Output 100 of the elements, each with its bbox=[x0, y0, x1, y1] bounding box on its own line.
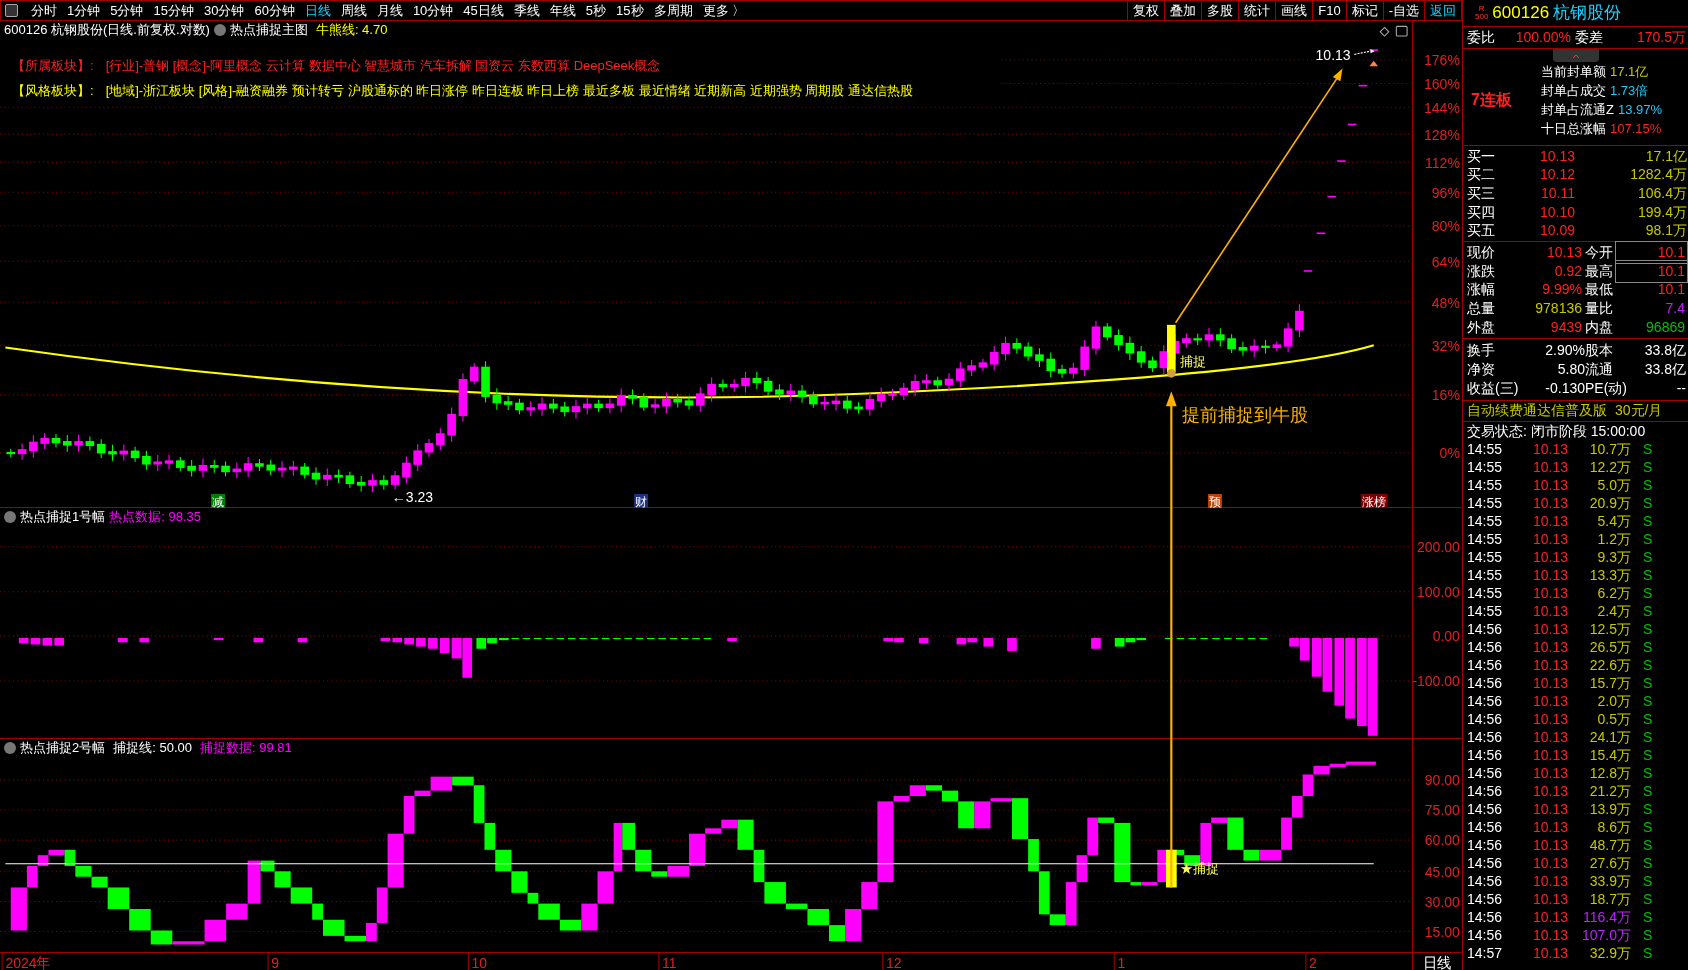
tick-price: 10.13 bbox=[1533, 818, 1570, 838]
field-value: 9439 bbox=[1549, 318, 1583, 338]
axis-label: 10 bbox=[471, 954, 488, 970]
back-link[interactable]: 返回 bbox=[1424, 1, 1461, 20]
bid-label: 买四 bbox=[1467, 202, 1496, 222]
tick-volume: 48.7万 bbox=[1588, 836, 1631, 856]
tick-price: 10.13 bbox=[1533, 926, 1570, 946]
tick-volume: 6.2万 bbox=[1596, 584, 1631, 604]
period-tab[interactable]: 分时 bbox=[26, 0, 62, 21]
bid-volume: 1282.4万 bbox=[1629, 165, 1687, 185]
period-tab[interactable]: 60分钟 bbox=[249, 0, 300, 21]
tick-side: S bbox=[1643, 872, 1653, 892]
axis-label: 9 bbox=[271, 954, 280, 970]
period-tab[interactable]: 周线 bbox=[335, 0, 372, 21]
tick-volume: 15.7万 bbox=[1588, 674, 1631, 694]
tick-side: S bbox=[1643, 530, 1653, 550]
tick-volume: 116.4万 bbox=[1582, 908, 1631, 928]
tool-button[interactable]: F10 bbox=[1312, 1, 1346, 20]
tick-side: S bbox=[1643, 602, 1653, 622]
ad-price[interactable]: 30元/月 bbox=[1615, 400, 1663, 422]
field-label: 现价 bbox=[1467, 242, 1496, 262]
axis-label: 176% bbox=[1424, 52, 1460, 69]
tool-button[interactable]: -自选 bbox=[1382, 1, 1424, 20]
tick-price: 10.13 bbox=[1533, 944, 1570, 964]
sector-label: 【所属板块】: bbox=[12, 57, 94, 75]
period-tab[interactable]: 15秒 bbox=[611, 0, 649, 21]
axis-label: 11 bbox=[662, 954, 677, 970]
tool-button[interactable]: 复权 bbox=[1127, 1, 1165, 20]
tool-button[interactable]: 统计 bbox=[1238, 1, 1276, 20]
seal-value: 107.15% bbox=[1610, 120, 1662, 138]
tool-button[interactable]: 画线 bbox=[1275, 1, 1313, 20]
indicator-value: 牛熊线: 4.70 bbox=[315, 21, 388, 40]
tick-time: 14:56 bbox=[1467, 818, 1504, 838]
bid-label: 买二 bbox=[1467, 165, 1496, 185]
tick-price: 10.13 bbox=[1533, 782, 1570, 802]
field-label: 最低 bbox=[1585, 280, 1614, 300]
ad-text[interactable]: 自动续费通达信普及版 bbox=[1467, 400, 1607, 422]
period-tab[interactable]: 15分钟 bbox=[148, 0, 199, 21]
tick-volume: 8.6万 bbox=[1596, 818, 1631, 838]
field-label: 净资 bbox=[1467, 359, 1496, 379]
field-value: 9.99% bbox=[1541, 280, 1583, 300]
tick-volume: 12.2万 bbox=[1588, 458, 1631, 478]
axis-label: 144% bbox=[1424, 99, 1460, 116]
period-tab[interactable]: 季线 bbox=[508, 0, 545, 21]
period-tab[interactable]: 多周期 bbox=[648, 0, 698, 21]
tick-price: 10.13 bbox=[1533, 620, 1570, 640]
tick-price: 10.13 bbox=[1533, 656, 1570, 676]
tool-button[interactable]: 叠加 bbox=[1164, 1, 1202, 20]
tick-time: 14:55 bbox=[1467, 440, 1504, 460]
tick-volume: 5.0万 bbox=[1596, 476, 1631, 496]
field-value: -- bbox=[1675, 378, 1687, 398]
period-tab[interactable]: 更多 〉 bbox=[697, 0, 751, 21]
field-value: 100.00% bbox=[1514, 28, 1571, 47]
period-tab[interactable]: 5秒 bbox=[580, 0, 612, 21]
period-tab[interactable]: 5分钟 bbox=[105, 0, 149, 21]
tick-side: S bbox=[1643, 836, 1653, 856]
tool-button[interactable]: 多股 bbox=[1201, 1, 1239, 20]
field-label: 涨跌 bbox=[1467, 261, 1496, 281]
tick-time: 14:56 bbox=[1467, 890, 1504, 910]
field-value: 96869 bbox=[1645, 318, 1686, 338]
event-badge: 财 bbox=[634, 494, 649, 508]
axis-label: 75.00 bbox=[1424, 802, 1460, 819]
field-value: 33.8亿 bbox=[1643, 340, 1687, 360]
tick-time: 14:55 bbox=[1467, 566, 1504, 586]
tick-time: 14:55 bbox=[1467, 512, 1504, 532]
tick-side: S bbox=[1643, 764, 1653, 784]
tick-price: 10.13 bbox=[1533, 728, 1570, 748]
tick-volume: 27.6万 bbox=[1588, 854, 1631, 874]
period-tab[interactable]: 30分钟 bbox=[198, 0, 250, 21]
period-tab[interactable]: 10分钟 bbox=[407, 0, 459, 21]
tick-volume: 20.9万 bbox=[1588, 494, 1631, 514]
period-tab[interactable]: 年线 bbox=[544, 0, 581, 21]
tick-side: S bbox=[1643, 746, 1653, 766]
tick-time: 14:55 bbox=[1467, 584, 1504, 604]
axis-label: 48% bbox=[1431, 294, 1460, 311]
tick-volume: 1.2万 bbox=[1596, 530, 1631, 550]
period-tab[interactable]: 45日线 bbox=[458, 0, 509, 21]
tick-price: 10.13 bbox=[1533, 566, 1570, 586]
field-value: 10.1 bbox=[1615, 240, 1688, 264]
period-tab[interactable]: 日线 bbox=[299, 0, 336, 21]
field-value: -0.130 bbox=[1544, 378, 1585, 398]
tick-volume: 21.2万 bbox=[1588, 782, 1631, 802]
indicator-name: 热点捕捉主图 bbox=[229, 21, 308, 40]
tick-price: 10.13 bbox=[1533, 836, 1570, 856]
seal-label: 封单占流通Z bbox=[1541, 101, 1614, 119]
period-tab[interactable]: 月线 bbox=[371, 0, 408, 21]
field-label: PE(动) bbox=[1585, 378, 1628, 398]
bid-price: 10.13 bbox=[1538, 146, 1575, 166]
tick-side: S bbox=[1643, 890, 1653, 910]
tick-time: 14:57 bbox=[1467, 944, 1504, 964]
tick-side: S bbox=[1643, 944, 1653, 964]
tick-side: S bbox=[1643, 512, 1653, 532]
axis-label: 45.00 bbox=[1424, 863, 1460, 880]
seal-label: 封单占成交 bbox=[1541, 82, 1606, 100]
tool-button[interactable]: 标记 bbox=[1345, 1, 1383, 20]
sector-list: [行业]-普钢 [概念]-阿里概念 云计算 数据中心 智慧城市 汽车拆解 国资云 东数西算 DeepSeek概念 bbox=[105, 56, 661, 76]
axis-label: 0% bbox=[1439, 445, 1460, 462]
tick-price: 10.13 bbox=[1533, 746, 1570, 766]
period-tab[interactable]: 1分钟 bbox=[62, 0, 106, 21]
indicator-name: 热点捕捉2号幅 bbox=[20, 739, 106, 758]
